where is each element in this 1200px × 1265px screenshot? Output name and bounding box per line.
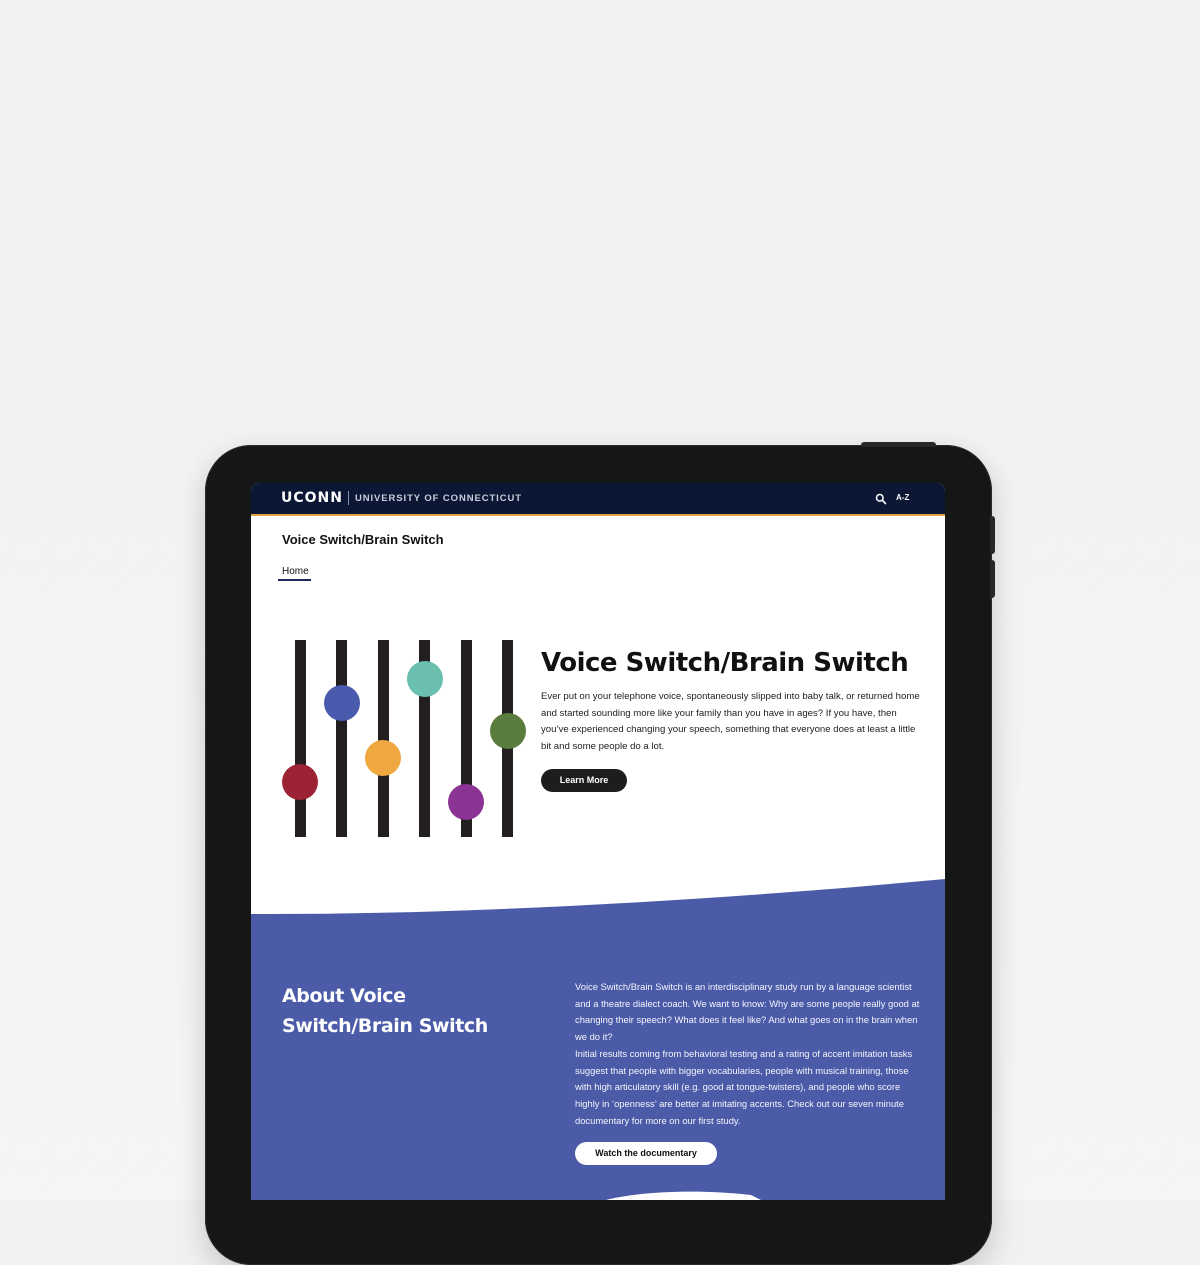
mixer-sliders-illustration <box>279 640 526 840</box>
slider-track <box>377 640 389 837</box>
next-section-curve <box>606 1191 761 1200</box>
slider-knob <box>365 740 401 777</box>
slider-knob <box>489 712 526 749</box>
tablet-power-button <box>861 442 936 447</box>
slider-track <box>336 640 347 837</box>
slider-knob <box>448 783 484 820</box>
nav-item-home[interactable]: Home <box>282 566 309 577</box>
slider-knob <box>323 685 360 722</box>
a-z-index-link[interactable]: A-Z <box>896 493 909 502</box>
search-icon[interactable] <box>875 492 887 505</box>
watch-documentary-button[interactable]: Watch the documentary <box>575 1142 717 1165</box>
about-title: About Voice Switch/Brain Switch <box>282 985 488 1037</box>
nav-active-indicator <box>278 579 311 581</box>
hero-title: Voice Switch/Brain Switch <box>541 648 909 678</box>
logo-divider <box>348 491 349 505</box>
university-header-bar: UCONN UNIVERSITY OF CONNECTICUT A-Z <box>251 483 945 516</box>
tablet-screen: UCONN UNIVERSITY OF CONNECTICUT A-Z Voic… <box>251 483 945 1200</box>
about-description: Voice Switch/Brain Switch is an interdis… <box>575 979 920 1129</box>
about-paragraph: Voice Switch/Brain Switch is an interdis… <box>575 981 920 1043</box>
slider-knob <box>406 661 443 698</box>
about-paragraph: Initial results coming from behavioral t… <box>575 1047 913 1126</box>
slider-knob <box>282 763 318 800</box>
slider-track <box>294 640 306 837</box>
learn-more-button[interactable]: Learn More <box>541 769 627 792</box>
uconn-logo[interactable]: UCONN <box>281 490 343 506</box>
site-title[interactable]: Voice Switch/Brain Switch <box>282 532 444 547</box>
tablet-volume-up-button <box>990 516 995 554</box>
hero-description: Ever put on your telephone voice, sponta… <box>541 691 920 753</box>
university-name[interactable]: UNIVERSITY OF CONNECTICUT <box>355 493 522 504</box>
tablet-volume-down-button <box>990 560 995 598</box>
